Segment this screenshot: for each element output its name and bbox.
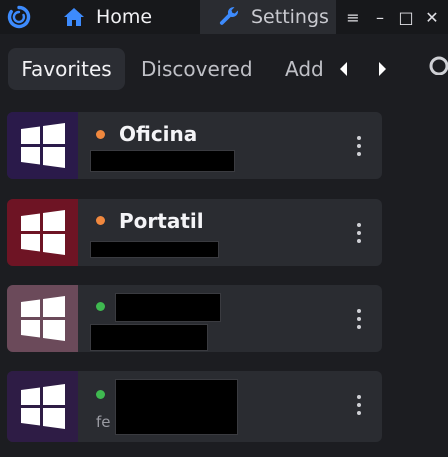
tab-home-label: Home	[96, 6, 153, 28]
device-card[interactable]: Portatil	[7, 199, 382, 266]
device-tile	[7, 112, 78, 179]
wrench-icon	[217, 5, 241, 29]
tab-discovered[interactable]: Discovered	[141, 48, 253, 90]
device-tile	[7, 199, 78, 266]
tab-settings[interactable]: Settings	[200, 0, 336, 34]
device-tile	[7, 371, 78, 442]
filter-bar: Favorites Discovered Add	[0, 34, 448, 104]
windows-icon	[20, 295, 65, 341]
device-card[interactable]: Oficina	[7, 112, 382, 179]
tab-home[interactable]: Home	[48, 0, 198, 34]
device-card[interactable]: fe	[7, 371, 382, 442]
close-button[interactable]: ✕	[419, 0, 445, 34]
redacted-block	[90, 241, 219, 258]
redacted-block	[115, 379, 238, 435]
more-options-icon[interactable]	[353, 136, 365, 156]
more-options-icon[interactable]	[353, 223, 365, 243]
menu-button[interactable]: ≡	[340, 0, 366, 34]
more-options-icon[interactable]	[353, 395, 365, 415]
search-icon[interactable]	[426, 53, 448, 75]
windows-icon	[20, 122, 65, 168]
more-options-icon[interactable]	[353, 309, 365, 329]
status-dot	[96, 302, 105, 311]
redacted-block	[115, 293, 221, 322]
home-icon	[62, 5, 86, 29]
windows-icon	[20, 209, 65, 255]
status-dot	[96, 130, 105, 139]
app-logo-icon[interactable]	[7, 5, 31, 29]
device-name: Oficina	[119, 122, 198, 146]
tab-settings-label: Settings	[251, 6, 329, 28]
device-card[interactable]	[7, 285, 382, 352]
redacted-block	[90, 324, 208, 351]
device-subtitle: fe	[96, 413, 111, 431]
status-dot	[96, 390, 105, 399]
minimize-button[interactable]: –	[367, 0, 393, 34]
windows-icon	[20, 383, 65, 429]
scroll-left-icon[interactable]	[334, 58, 354, 80]
status-dot	[96, 216, 105, 225]
maximize-button[interactable]: □	[393, 0, 419, 34]
scroll-right-icon[interactable]	[372, 58, 392, 80]
device-tile	[7, 285, 78, 352]
tab-favorites[interactable]: Favorites	[8, 48, 125, 90]
tab-add[interactable]: Add	[285, 48, 329, 90]
device-name: Portatil	[119, 209, 204, 233]
redacted-block	[90, 150, 235, 172]
title-bar: Home Settings ≡ – □ ✕	[0, 0, 448, 34]
